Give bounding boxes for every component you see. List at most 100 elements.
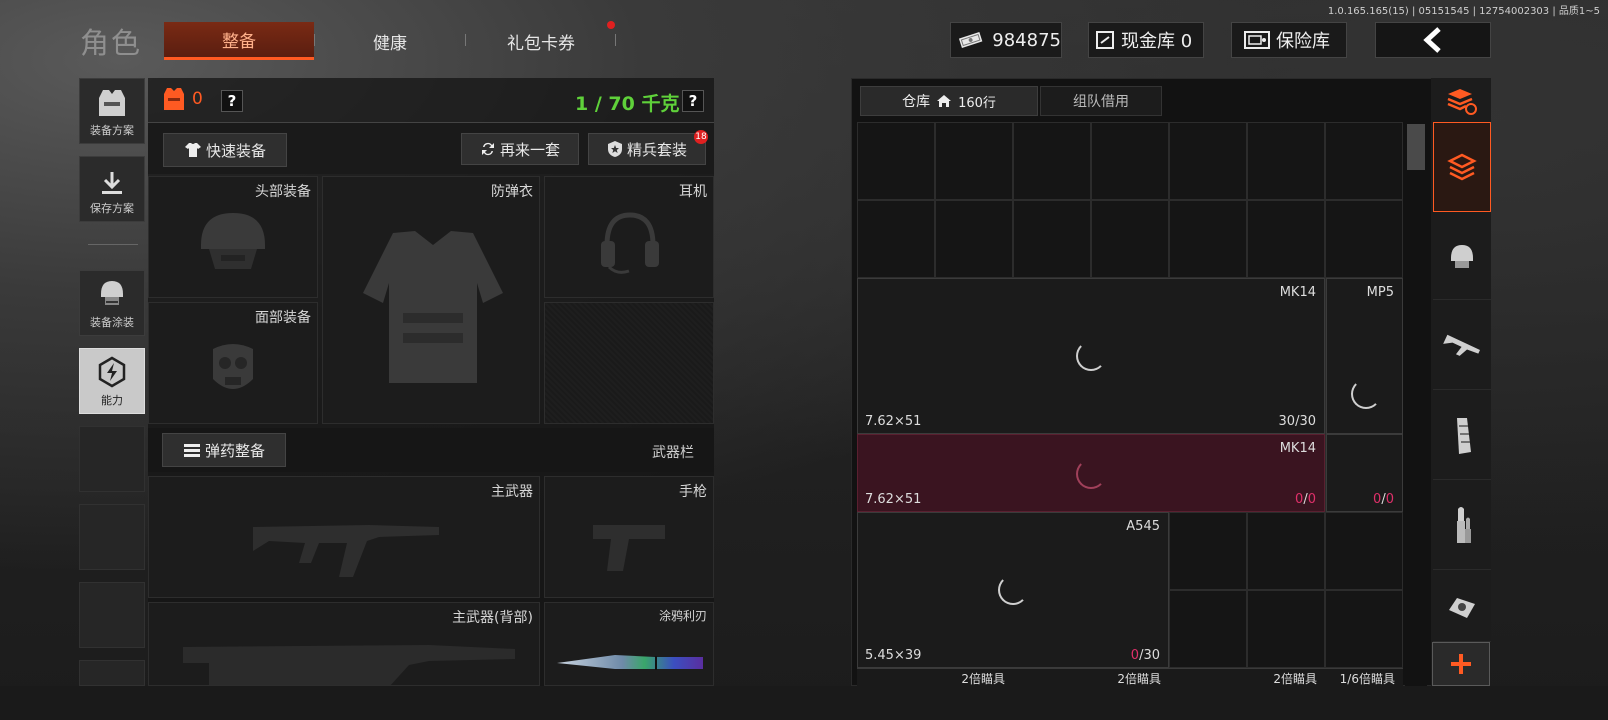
primary-weapon-slot[interactable]: 主武器 [148, 476, 540, 598]
body-armor-slot[interactable]: 防弹衣 [322, 176, 540, 424]
grid-cell[interactable] [1247, 590, 1325, 668]
grid-cell[interactable] [1169, 200, 1247, 278]
grid-cell[interactable] [1091, 200, 1169, 278]
item-ammo-count: 30/30 [1278, 414, 1316, 429]
tab-health[interactable]: 健康 [316, 22, 464, 60]
body-armor-icon [363, 231, 503, 383]
bottom-strip [0, 686, 1608, 720]
primary-weapon-back-slot[interactable]: 主武器(背部) [148, 602, 540, 686]
category-attachments[interactable] [1433, 572, 1491, 642]
item-scope[interactable]: 2倍瞄具 [857, 668, 1013, 688]
ammo-max: 30 [1143, 648, 1160, 663]
equipment-skin-button[interactable]: 装备涂装 [79, 270, 145, 336]
tab-gift-coupons[interactable]: 礼包卡券 [467, 22, 615, 60]
category-gear[interactable] [1433, 212, 1491, 300]
ammo-equip-button[interactable]: 弹药整备 [162, 433, 286, 467]
grid-cell[interactable] [1325, 122, 1403, 200]
back-button[interactable] [1375, 22, 1491, 58]
empty-gear-slot [544, 302, 714, 424]
grid-cell[interactable] [1247, 200, 1325, 278]
item-scope[interactable]: 2倍瞄具 [1013, 668, 1169, 688]
mask-icon [213, 344, 253, 389]
grid-cell[interactable] [1169, 512, 1247, 590]
all-items-icon [1447, 153, 1477, 181]
tab-team-borrow[interactable]: 组队借用 [1040, 86, 1162, 116]
grid-cell[interactable] [1247, 512, 1325, 590]
grid-cell[interactable] [857, 200, 935, 278]
body-armor-slot-label: 防弹衣 [491, 184, 533, 200]
weapon-bar-label: 武器栏 [652, 445, 694, 461]
quick-equip-button[interactable]: 快速装备 [163, 133, 287, 167]
primary-weapon-label: 主武器 [491, 484, 533, 500]
ammo-current: 0 [1373, 492, 1382, 507]
item-mk14-empty[interactable]: MK14 7.62×51 0/0 [857, 434, 1325, 512]
grid-cell[interactable] [1325, 590, 1403, 668]
helmet-icon [201, 213, 265, 269]
rifle-icon [253, 525, 439, 577]
elite-kit-button[interactable]: 精兵套装 [588, 133, 706, 165]
tab-warehouse[interactable]: 仓库 160行 [860, 86, 1038, 116]
item-name: MK14 [1279, 441, 1316, 456]
pistol-slot[interactable]: 手枪 [544, 476, 714, 598]
helmet-icon [1451, 244, 1473, 268]
save-plan-button[interactable]: 保存方案 [79, 156, 145, 222]
ammo-current: 0 [1295, 492, 1304, 507]
armor-help-button[interactable]: ? [221, 90, 243, 112]
item-mk14[interactable]: MK14 7.62×51 30/30 [857, 278, 1325, 434]
armor-indicator: 0 [162, 86, 203, 112]
scrollbar-track[interactable] [1405, 122, 1427, 686]
grid-cell[interactable] [1013, 122, 1091, 200]
face-slot[interactable]: 面部装备 [148, 302, 318, 424]
again-button[interactable]: 再来一套 [461, 133, 579, 165]
item-caliber: 5.45×39 [865, 648, 922, 663]
grid-cell[interactable] [857, 122, 935, 200]
grid-cell[interactable] [1091, 122, 1169, 200]
item-a545[interactable]: A545 5.45×39 0/30 [857, 512, 1169, 668]
item-ammo-count: 0/0 [1373, 492, 1394, 507]
headset-slot-label: 耳机 [679, 184, 707, 200]
category-weapons[interactable] [1433, 302, 1491, 390]
back-arrow-icon [1423, 27, 1441, 53]
notification-dot [607, 21, 615, 29]
grid-cell[interactable] [1325, 512, 1403, 590]
weight-indicator: 1 / 70 千克 [575, 93, 680, 115]
grid-cell[interactable] [935, 122, 1013, 200]
item-scope[interactable]: 1/6倍瞄具 [1325, 668, 1403, 688]
item-mp5[interactable]: MP5 [1326, 278, 1403, 434]
loading-icon [1076, 459, 1106, 489]
scrollbar-thumb[interactable] [1407, 124, 1425, 170]
headset-slot[interactable]: 耳机 [544, 176, 714, 298]
category-magazines[interactable] [1433, 392, 1491, 480]
item-ammo-count: 0/30 [1130, 648, 1160, 663]
sort-refresh-button[interactable] [1446, 88, 1478, 120]
item-name: MP5 [1366, 285, 1394, 300]
category-all[interactable] [1433, 122, 1491, 212]
melee-slot[interactable]: 涂鸦利刃 [544, 602, 714, 686]
cash-vault-label: 现金库 0 [1121, 31, 1193, 52]
add-button[interactable] [1432, 642, 1490, 686]
currency-amount: 984875 [992, 29, 1061, 51]
category-ammo[interactable] [1433, 482, 1491, 570]
grid-cell[interactable] [1247, 122, 1325, 200]
head-slot[interactable]: 头部装备 [148, 176, 318, 298]
safe-vault-button[interactable]: 保险库 [1231, 22, 1347, 58]
face-slot-label: 面部装备 [255, 310, 311, 326]
cash-vault-button[interactable]: 现金库 0 [1088, 22, 1204, 58]
tab-equip[interactable]: 整备 [164, 22, 314, 60]
loadout-plan-button[interactable]: 装备方案 [79, 78, 145, 144]
safe-vault-label: 保险库 [1276, 31, 1330, 52]
weight-help-button[interactable]: ? [682, 90, 704, 112]
head-slot-label: 头部装备 [255, 184, 311, 200]
grid-cell[interactable] [1169, 590, 1247, 668]
grid-cell[interactable] [935, 200, 1013, 278]
item-scope[interactable]: 2倍瞄具 [1169, 668, 1325, 688]
knife-icon [557, 655, 703, 670]
grid-cell[interactable] [1325, 200, 1403, 278]
item-mp5-ammo[interactable]: 0/0 [1326, 434, 1403, 512]
item-ammo-count: 0/0 [1295, 492, 1316, 507]
pistol-slot-label: 手枪 [679, 484, 707, 500]
grid-cell[interactable] [1013, 200, 1091, 278]
grid-cell[interactable] [1169, 122, 1247, 200]
ability-button[interactable]: 能力 [79, 348, 145, 414]
save-plan-label: 保存方案 [90, 202, 134, 215]
